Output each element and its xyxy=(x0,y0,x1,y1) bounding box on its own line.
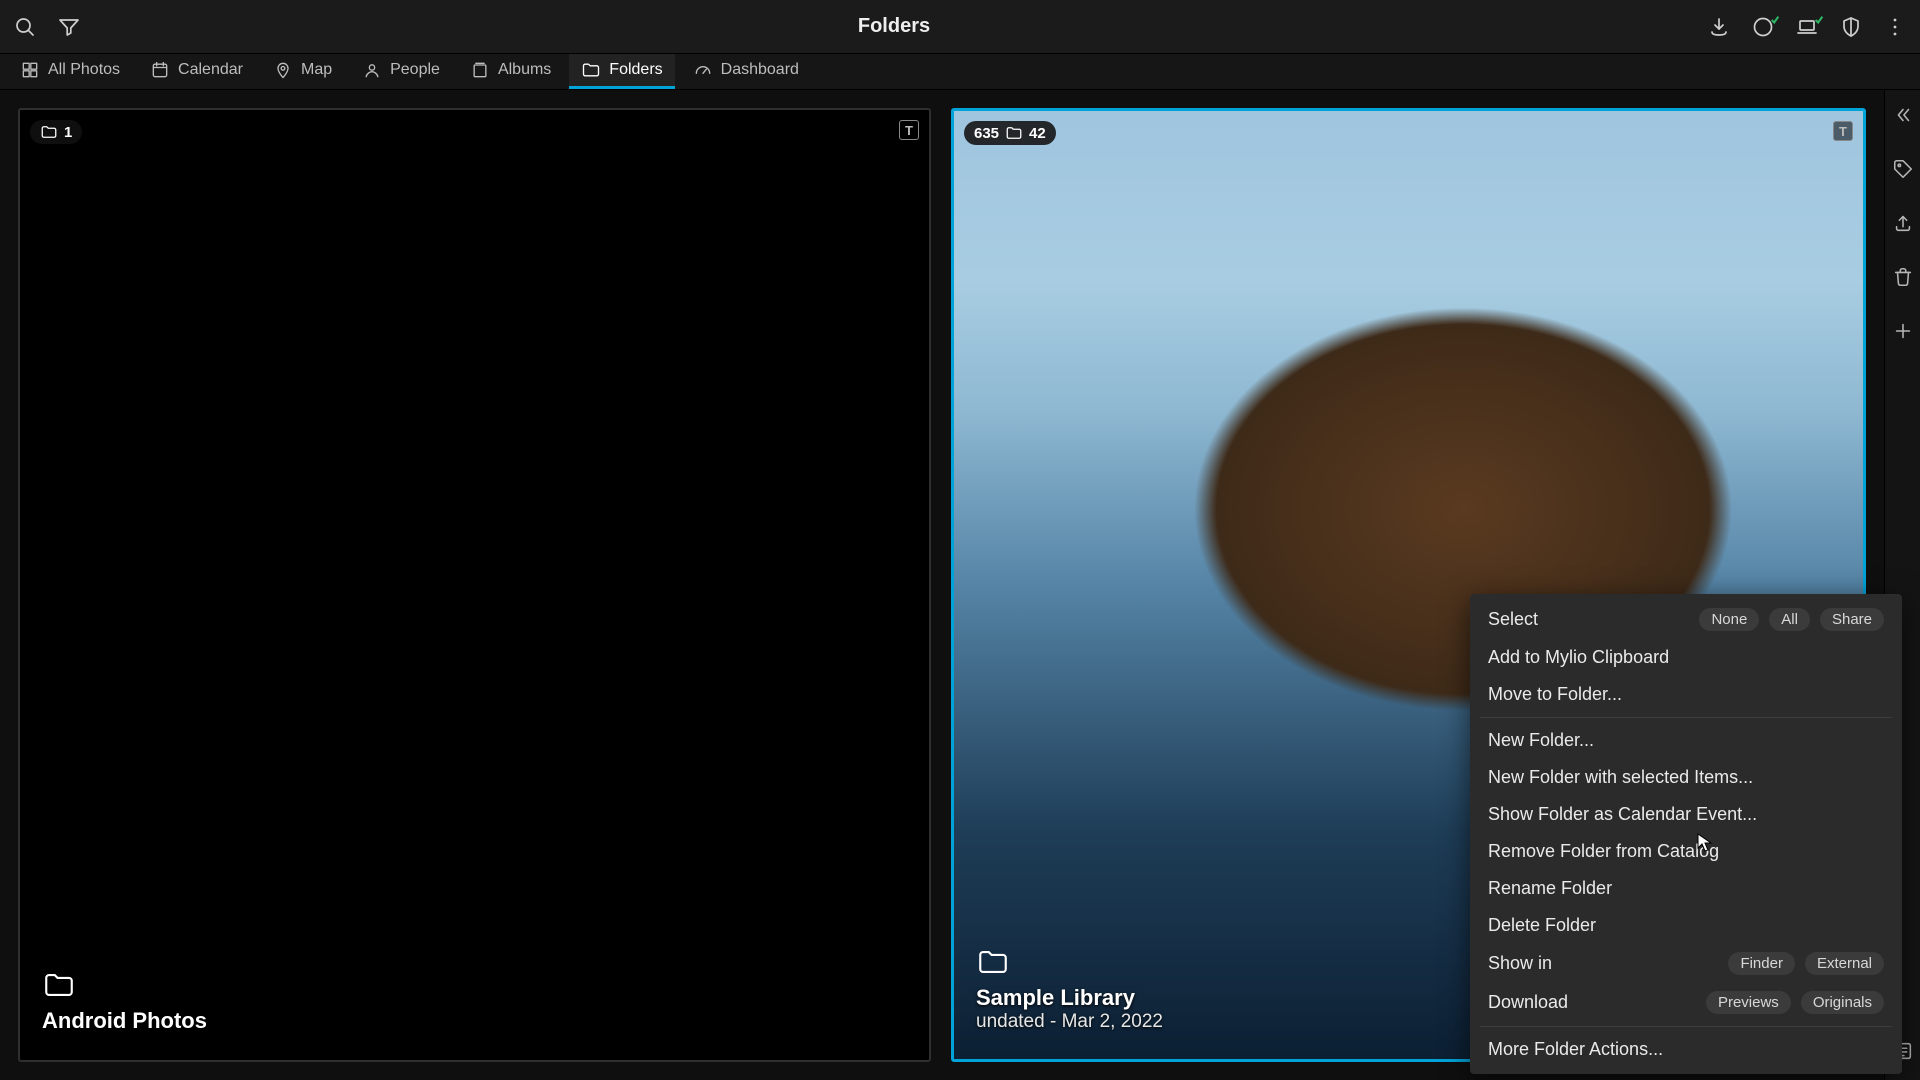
plus-icon xyxy=(1892,320,1914,342)
text-badge: T xyxy=(1833,121,1853,141)
folder-icon xyxy=(1005,124,1023,142)
nav-all-photos[interactable]: All Photos xyxy=(8,54,132,89)
pin-icon xyxy=(273,60,293,80)
folder-icon xyxy=(581,60,601,80)
add-button[interactable] xyxy=(1888,316,1918,346)
folder-counts-badge: 1 xyxy=(30,120,82,144)
folder-icon xyxy=(42,968,907,1002)
tag-button[interactable] xyxy=(1888,154,1918,184)
devices-button[interactable] xyxy=(1792,12,1822,42)
person-icon xyxy=(362,60,382,80)
filter-button[interactable] xyxy=(54,12,84,42)
folder-icon xyxy=(40,123,58,141)
folder-date-range: undated - Mar 2, 2022 xyxy=(976,1011,1841,1033)
nav-folders[interactable]: Folders xyxy=(569,54,674,89)
nav-people[interactable]: People xyxy=(350,54,452,89)
grid-icon xyxy=(20,60,40,80)
nav-dashboard[interactable]: Dashboard xyxy=(681,54,811,89)
chevrons-left-icon xyxy=(1892,104,1914,126)
subfolder-count: 42 xyxy=(1029,125,1046,142)
photo-count: 635 xyxy=(974,125,999,142)
upload-icon xyxy=(1892,212,1914,234)
trash-icon xyxy=(1892,266,1914,288)
top-bar: Folders xyxy=(0,0,1920,54)
nav-row: All Photos Calendar Map People Albums Fo… xyxy=(0,54,1920,90)
folder-title: Sample Library xyxy=(976,985,1841,1011)
nav-label: People xyxy=(390,61,440,79)
nav-label: Dashboard xyxy=(721,61,799,79)
more-button[interactable] xyxy=(1880,12,1910,42)
search-button[interactable] xyxy=(10,12,40,42)
ctx-select-none[interactable]: None xyxy=(1699,608,1759,631)
activity-button[interactable] xyxy=(1748,12,1778,42)
shield-button[interactable] xyxy=(1836,12,1866,42)
nav-label: Folders xyxy=(609,61,662,79)
collapse-panel-button[interactable] xyxy=(1888,100,1918,130)
ctx-select-all[interactable]: All xyxy=(1769,608,1810,631)
nav-label: Albums xyxy=(498,61,551,79)
nav-albums[interactable]: Albums xyxy=(458,54,563,89)
folder-title: Android Photos xyxy=(42,1008,907,1034)
folder-counts-badge: 635 42 xyxy=(964,121,1056,145)
shield-icon xyxy=(1839,15,1863,39)
ctx-delete-folder[interactable]: Delete Folder xyxy=(1470,907,1902,944)
folder-tile-android-photos[interactable]: 1 T Android Photos xyxy=(18,108,931,1062)
ctx-remove-from-catalog[interactable]: Remove Folder from Catalog xyxy=(1470,833,1902,870)
ctx-new-folder[interactable]: New Folder... xyxy=(1470,722,1902,759)
download-icon xyxy=(1707,15,1731,39)
ctx-rename-folder[interactable]: Rename Folder xyxy=(1470,870,1902,907)
gauge-icon xyxy=(693,60,713,80)
album-icon xyxy=(470,60,490,80)
status-check-icon xyxy=(1770,10,1780,20)
folder-icon xyxy=(976,945,1841,979)
calendar-icon xyxy=(150,60,170,80)
ctx-select-label: Select xyxy=(1488,609,1689,630)
nav-label: Calendar xyxy=(178,61,243,79)
nav-map[interactable]: Map xyxy=(261,54,344,89)
tag-icon xyxy=(1892,158,1914,180)
status-check-icon xyxy=(1814,10,1824,20)
text-badge: T xyxy=(899,120,919,140)
nav-label: All Photos xyxy=(48,61,120,79)
import-button[interactable] xyxy=(1704,12,1734,42)
kebab-icon xyxy=(1883,15,1907,39)
search-icon xyxy=(13,15,37,39)
ctx-add-clipboard[interactable]: Add to Mylio Clipboard xyxy=(1470,639,1902,676)
ctx-select-row: Select None All Share xyxy=(1470,600,1902,639)
ctx-show-as-calendar[interactable]: Show Folder as Calendar Event... xyxy=(1470,796,1902,833)
page-title: Folders xyxy=(84,15,1704,38)
nav-label: Map xyxy=(301,61,332,79)
ctx-select-share[interactable]: Share xyxy=(1820,608,1884,631)
export-button[interactable] xyxy=(1888,208,1918,238)
nav-calendar[interactable]: Calendar xyxy=(138,54,255,89)
ctx-new-folder-selected[interactable]: New Folder with selected Items... xyxy=(1470,759,1902,796)
ctx-move-to-folder[interactable]: Move to Folder... xyxy=(1470,676,1902,713)
subfolder-count: 1 xyxy=(64,124,72,141)
funnel-icon xyxy=(57,15,81,39)
delete-button[interactable] xyxy=(1888,262,1918,292)
